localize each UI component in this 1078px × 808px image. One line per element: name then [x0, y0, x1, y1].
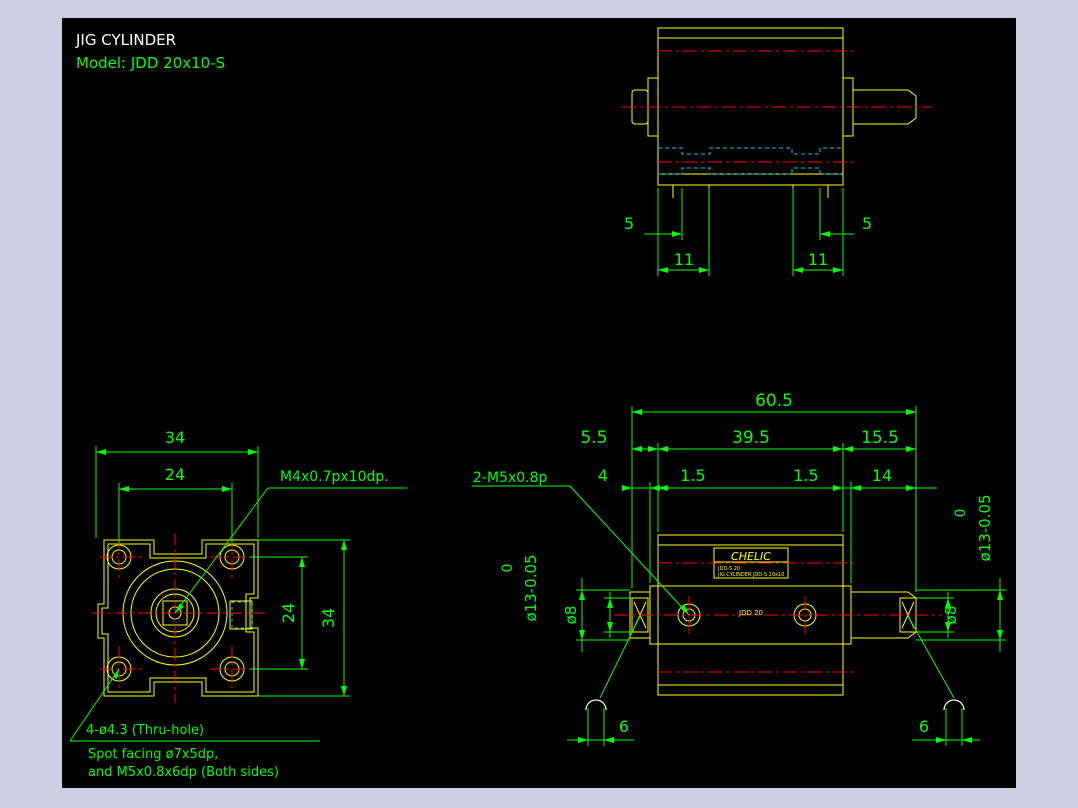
side-dim-1-5-left: 1.5: [680, 466, 705, 485]
section-symbols: [585, 699, 965, 711]
top-dim-left-wide: 11: [674, 250, 694, 269]
end-view-hidden-port: [231, 601, 253, 629]
side-view: CHELIC JDD-S 20 JIG CYLINDER JDD-S 20x10…: [472, 391, 1006, 746]
label-brand: CHELIC: [731, 550, 771, 563]
end-dim-top-inner: 24: [165, 465, 185, 484]
side-dim-14: 14: [872, 466, 892, 485]
spot-facing-note: Spot facing ø7x5dp,: [88, 747, 218, 762]
end-dim-top-outer: 34: [165, 428, 185, 447]
top-dim-left-small: 5: [624, 214, 634, 233]
dia-left-zero: 0: [500, 564, 516, 573]
cad-drawing: JIG CYLINDER Model: JDD 20x10-S 5 5 11 1…: [69, 27, 1006, 780]
dia-left-8: ø8: [562, 606, 580, 625]
side-dim-4: 4: [598, 466, 608, 485]
top-view-hidden-ports: [658, 147, 843, 175]
top-dim-right-wide: 11: [808, 250, 828, 269]
port-note: 2-M5x0.8p: [473, 470, 547, 486]
end-dim-side-outer: 34: [319, 608, 338, 628]
drawing-canvas: JIG CYLINDER Model: JDD 20x10-S 5 5 11 1…: [62, 18, 1016, 788]
dia-right-main: ø13-0.05: [976, 494, 994, 561]
side-dim-overall: 60.5: [755, 391, 793, 411]
dia-right-8: ø8: [942, 606, 960, 625]
side-dim-6-left: 6: [619, 717, 629, 736]
end-dim-side-inner: 24: [279, 603, 298, 623]
label-line-2: JIG CYLINDER JDD-S 20x10: [717, 572, 784, 578]
dia-right-zero: 0: [953, 509, 969, 518]
end-view: 34 24 24 34 M4x0.7px10dp. 4-ø4.3 (Thru-h…: [69, 428, 407, 780]
side-dim-right: 15.5: [861, 428, 899, 448]
side-dim-6-right: 6: [919, 717, 929, 736]
thread-note: M4x0.7px10dp.: [280, 469, 389, 485]
side-dim-body: 39.5: [732, 428, 770, 448]
model-label: Model: JDD 20x10-S: [76, 54, 225, 72]
body-text: JDD 20: [738, 609, 763, 617]
side-dim-1-5-right: 1.5: [793, 466, 818, 485]
hole-note: 4-ø4.3 (Thru-hole): [86, 723, 204, 738]
top-dim-right-small: 5: [862, 214, 872, 233]
side-dim-left: 5.5: [580, 428, 607, 448]
top-view: 5 5 11 11: [622, 27, 932, 276]
spot-facing-note-2: and M5x0.8x6dp (Both sides): [88, 765, 279, 780]
drawing-title: JIG CYLINDER: [75, 31, 176, 49]
dia-left-main: ø13-0.05: [522, 554, 540, 621]
